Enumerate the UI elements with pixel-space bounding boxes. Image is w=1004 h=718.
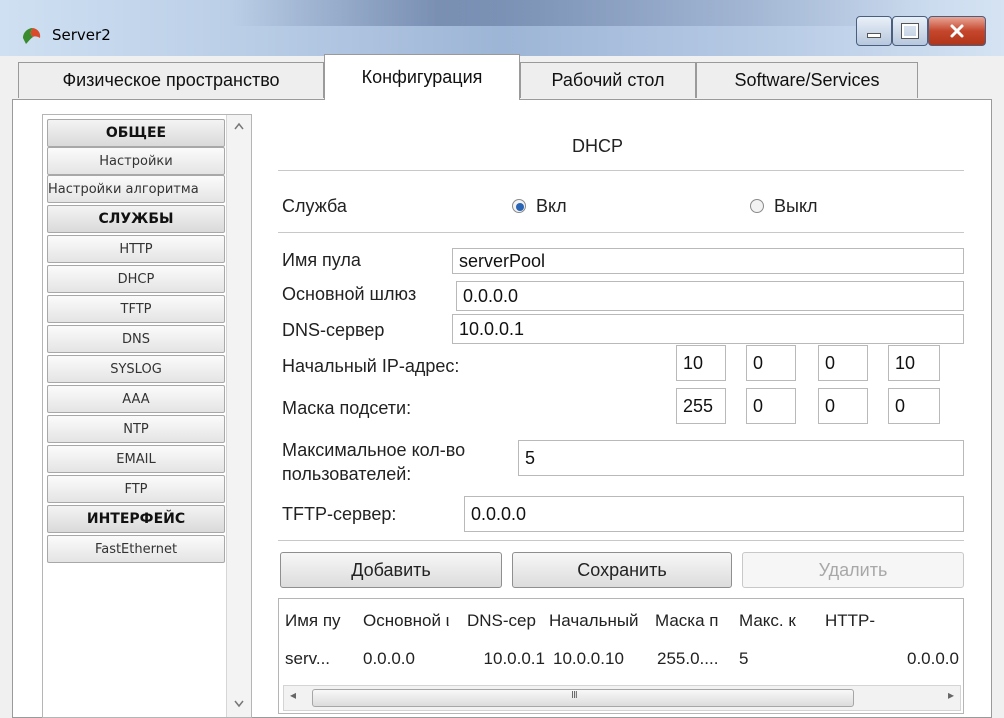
- sidebar-item-dhcp[interactable]: DHCP: [47, 265, 225, 293]
- scroll-right-icon[interactable]: ▸: [948, 688, 954, 702]
- service-on-radio[interactable]: [512, 199, 526, 213]
- close-icon: [950, 24, 964, 38]
- scroll-left-icon[interactable]: ◂: [290, 688, 296, 702]
- service-label: Служба: [282, 196, 347, 216]
- mask-octet-2[interactable]: 0: [746, 388, 796, 424]
- tftp-server-label: TFTP-сервер:: [282, 504, 397, 524]
- cell-max-users: 5: [739, 649, 749, 668]
- cell-dns: 10.0.0.1: [483, 649, 545, 668]
- tab-configuration[interactable]: Конфигурация: [324, 54, 520, 100]
- col-header-gateway[interactable]: Основной ι: [363, 611, 461, 631]
- app-icon: [20, 24, 44, 48]
- tftp-server-input[interactable]: 0.0.0.0: [464, 496, 964, 532]
- cell-mask: 255.0....: [657, 649, 719, 668]
- sidebar-item-aaa[interactable]: AAA: [47, 385, 225, 413]
- title-divider: [278, 170, 964, 171]
- maximize-button[interactable]: [892, 16, 928, 46]
- sidebar-item-algorithm-settings[interactable]: Настройки алгоритма: [47, 175, 225, 203]
- sidebar-item-http[interactable]: HTTP: [47, 235, 225, 263]
- cell-http: 0.0.0.0: [907, 649, 959, 668]
- mask-octet-1[interactable]: 255: [676, 388, 726, 424]
- sidebar-header-general: ОБЩЕЕ: [47, 119, 225, 147]
- sidebar-header-services: СЛУЖБЫ: [47, 205, 225, 233]
- sidebar-item-tftp[interactable]: TFTP: [47, 295, 225, 323]
- service-divider: [278, 232, 964, 233]
- col-header-mask[interactable]: Маска п: [655, 611, 733, 631]
- minimize-icon: [867, 32, 881, 38]
- table-horizontal-scrollbar[interactable]: ◂ III ▸: [283, 685, 961, 711]
- cell-start-ip: 10.0.0.10: [553, 649, 624, 668]
- tab-software-services[interactable]: Software/Services: [696, 62, 918, 98]
- col-header-dns[interactable]: DNS-cep: [467, 611, 545, 631]
- col-header-start-ip[interactable]: Начальный: [549, 611, 651, 631]
- sidebar: ОБЩЕЕ Настройки Настройки алгоритма СЛУЖ…: [42, 114, 252, 718]
- sidebar-item-email[interactable]: EMAIL: [47, 445, 225, 473]
- fields-divider: [278, 540, 964, 541]
- sidebar-header-interface: ИНТЕРФЕЙС: [47, 505, 225, 533]
- pool-table: Имя пу Основной ι DNS-cep Начальный Маск…: [278, 598, 964, 714]
- col-header-pool-name[interactable]: Имя пу: [285, 611, 359, 631]
- sidebar-item-syslog[interactable]: SYSLOG: [47, 355, 225, 383]
- scroll-down-icon[interactable]: [233, 699, 245, 709]
- service-off-radio[interactable]: [750, 199, 764, 213]
- title-bar: [0, 0, 1004, 56]
- col-header-max-users[interactable]: Макс. к: [739, 611, 819, 631]
- cell-pool-name: serv...: [285, 649, 331, 668]
- start-ip-octet-4[interactable]: 10: [888, 345, 940, 381]
- add-button[interactable]: Добавить: [280, 552, 502, 588]
- sidebar-item-dns[interactable]: DNS: [47, 325, 225, 353]
- max-users-input[interactable]: 5: [518, 440, 964, 476]
- sidebar-scrollbar[interactable]: [226, 115, 251, 717]
- close-button[interactable]: [928, 16, 986, 46]
- pool-name-input[interactable]: serverPool: [452, 248, 964, 274]
- save-button[interactable]: Сохранить: [512, 552, 732, 588]
- col-header-http[interactable]: HTTP-: [825, 611, 963, 631]
- subnet-mask-label: Маска подсети:: [282, 398, 412, 418]
- start-ip-label: Начальный IP-адрес:: [282, 356, 460, 376]
- pool-name-label: Имя пула: [282, 250, 361, 270]
- mask-octet-4[interactable]: 0: [888, 388, 940, 424]
- scroll-thumb[interactable]: III: [312, 689, 854, 707]
- panel-title: DHCP: [572, 136, 624, 156]
- scroll-up-icon[interactable]: [233, 121, 245, 131]
- sidebar-item-ntp[interactable]: NTP: [47, 415, 225, 443]
- max-users-label-line1: Максимальное кол-во: [282, 440, 466, 460]
- mask-octet-3[interactable]: 0: [818, 388, 868, 424]
- dns-server-input[interactable]: 10.0.0.1: [452, 314, 964, 344]
- maximize-icon: [901, 23, 919, 39]
- service-off-label: Выкл: [774, 196, 818, 216]
- start-ip-octet-3[interactable]: 0: [818, 345, 868, 381]
- gateway-label: Основной шлюз: [282, 284, 417, 304]
- start-ip-octet-1[interactable]: 10: [676, 345, 726, 381]
- sidebar-item-settings[interactable]: Настройки: [47, 147, 225, 175]
- start-ip-octet-2[interactable]: 0: [746, 345, 796, 381]
- scroll-thumb-grip: III: [571, 690, 578, 701]
- tab-physical-space[interactable]: Физическое пространство: [18, 62, 324, 98]
- window-title: Server2: [52, 26, 111, 44]
- max-users-label-line2: пользователей:: [282, 464, 412, 484]
- minimize-button[interactable]: [856, 16, 892, 46]
- sidebar-item-fastethernet[interactable]: FastEthernet: [47, 535, 225, 563]
- dns-server-label: DNS-сервер: [282, 320, 385, 340]
- service-on-label: Вкл: [536, 196, 567, 216]
- cell-gateway: 0.0.0.0: [363, 649, 415, 668]
- sidebar-item-ftp[interactable]: FTP: [47, 475, 225, 503]
- tab-desktop[interactable]: Рабочий стол: [520, 62, 696, 98]
- delete-button[interactable]: Удалить: [742, 552, 964, 588]
- gateway-input[interactable]: 0.0.0.0: [456, 281, 964, 311]
